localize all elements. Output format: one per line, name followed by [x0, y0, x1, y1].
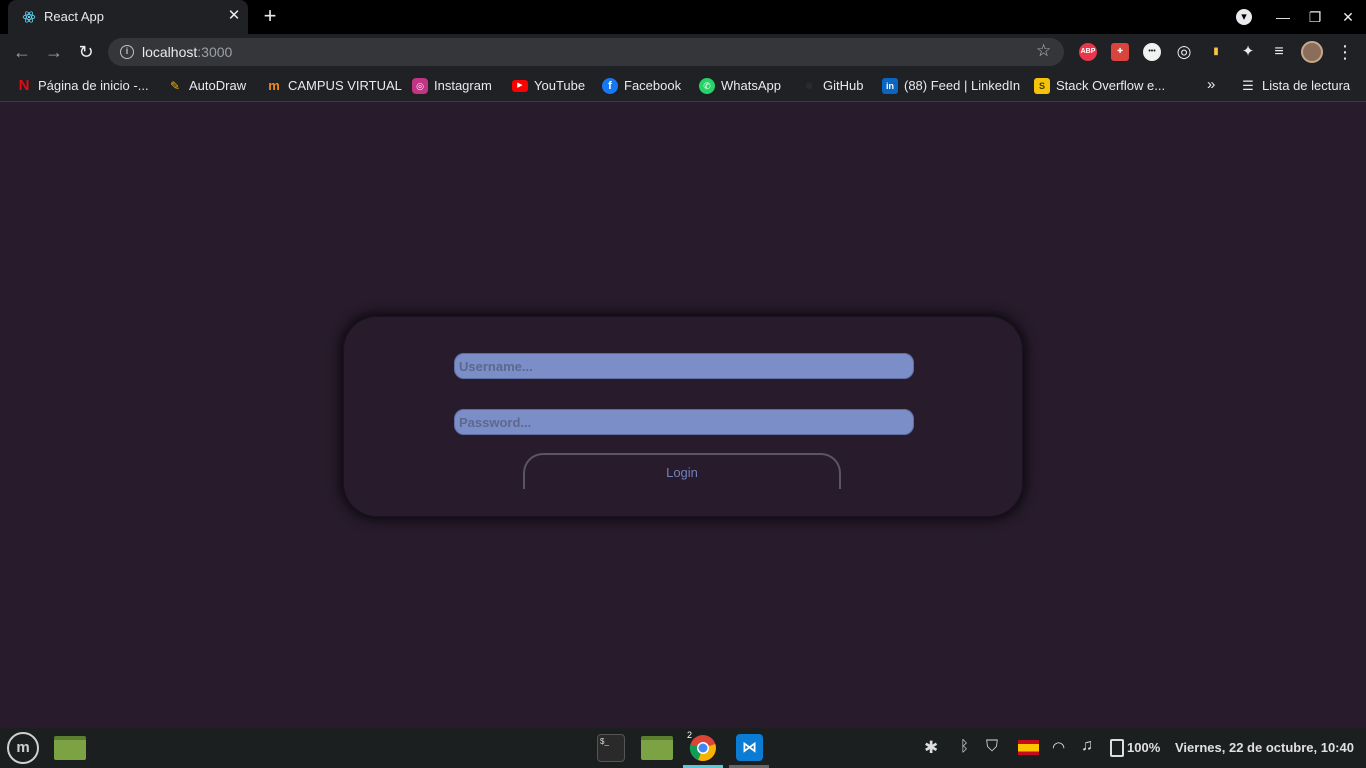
chrome-icon: [689, 735, 716, 761]
react-icon: [22, 11, 36, 23]
login-button[interactable]: Login: [523, 453, 841, 489]
forward-icon[interactable]: →: [42, 40, 66, 64]
terminal-icon[interactable]: $_: [597, 734, 625, 762]
flag-icon[interactable]: ▮: [1207, 43, 1225, 61]
reading-queue-icon[interactable]: ≡: [1270, 43, 1288, 61]
restore-icon[interactable]: ❐: [1306, 8, 1324, 26]
login-card: Login: [343, 316, 1023, 517]
chrome-window-count: 2: [687, 730, 693, 740]
url-text: localhost:3000: [142, 44, 233, 60]
clock[interactable]: Viernes, 22 de octubre, 10:40: [1175, 740, 1354, 755]
vscode-taskbar-button[interactable]: ⋈: [729, 728, 769, 768]
bluetooth-icon[interactable]: ᛒ: [960, 738, 974, 758]
minimize-icon[interactable]: —: [1274, 8, 1292, 26]
adblock-icon[interactable]: ABP: [1079, 43, 1097, 61]
battery-icon[interactable]: [1110, 739, 1124, 757]
tab-react-app[interactable]: React App ✕: [8, 0, 248, 34]
netflix-icon: N: [18, 77, 30, 94]
bookmark-star-icon[interactable]: ☆: [1036, 41, 1051, 61]
browser-toolbar: ← → ↻ i localhost:3000 ☆ ABP ✚ ••• ◎ ▮ ✦…: [0, 34, 1366, 70]
mint-menu-icon[interactable]: m: [7, 732, 39, 764]
instagram-icon: ◎: [412, 78, 428, 94]
reading-list-icon: ☰: [1242, 78, 1254, 93]
tab-search-icon[interactable]: ▾: [1236, 9, 1252, 25]
tab-title: React App: [44, 9, 104, 24]
taskbar: m $_ 2 ⋈ ✱ ᛒ ⛉ ◠ ♫ 100% Viernes, 22 de o…: [0, 728, 1366, 768]
username-input[interactable]: [454, 353, 914, 379]
back-icon[interactable]: ←: [10, 40, 34, 64]
extensions-icon[interactable]: ✦: [1239, 43, 1257, 61]
reload-icon[interactable]: ↻: [74, 40, 98, 64]
files-icon[interactable]: [641, 736, 673, 760]
more-bookmarks-icon[interactable]: »: [1207, 76, 1215, 93]
new-tab-button[interactable]: +: [259, 5, 281, 28]
vscode-icon: ⋈: [736, 734, 763, 761]
avatar[interactable]: [1301, 41, 1323, 63]
show-desktop-icon[interactable]: [54, 736, 86, 760]
password-input[interactable]: [454, 409, 914, 435]
puzzle-red-icon[interactable]: ✚: [1111, 43, 1129, 61]
dot-icon[interactable]: •••: [1143, 43, 1161, 61]
tab-close-icon[interactable]: ✕: [224, 6, 244, 26]
slack-icon[interactable]: ✱: [924, 738, 946, 758]
info-icon[interactable]: i: [120, 45, 134, 59]
bookmarks-bar: N Página de inicio -... ✎ AutoDraw m CAM…: [0, 70, 1366, 102]
wifi-icon[interactable]: ◠: [1052, 738, 1070, 758]
browser-tab-strip: React App ✕ + ▾ — ❐ ✕: [0, 0, 1366, 34]
music-icon[interactable]: ♫: [1081, 737, 1097, 757]
campus-icon: m: [268, 78, 280, 93]
stackoverflow-icon: S: [1034, 78, 1050, 94]
target-icon[interactable]: ◎: [1175, 43, 1193, 61]
autodraw-icon: ✎: [169, 79, 181, 93]
close-window-icon[interactable]: ✕: [1339, 8, 1357, 26]
linkedin-icon: in: [882, 78, 898, 94]
spain-flag-icon[interactable]: [1018, 740, 1039, 755]
battery-percent: 100%: [1127, 740, 1161, 755]
whatsapp-icon: ✆: [699, 78, 715, 94]
menu-icon[interactable]: ⋮: [1333, 40, 1357, 64]
facebook-icon: f: [602, 78, 618, 94]
address-bar[interactable]: i localhost:3000 ☆: [108, 38, 1064, 66]
shield-icon[interactable]: ⛉: [986, 738, 1004, 758]
youtube-icon: ▶: [512, 80, 528, 92]
github-icon: ●: [804, 77, 814, 94]
chrome-taskbar-button[interactable]: 2: [683, 728, 723, 768]
